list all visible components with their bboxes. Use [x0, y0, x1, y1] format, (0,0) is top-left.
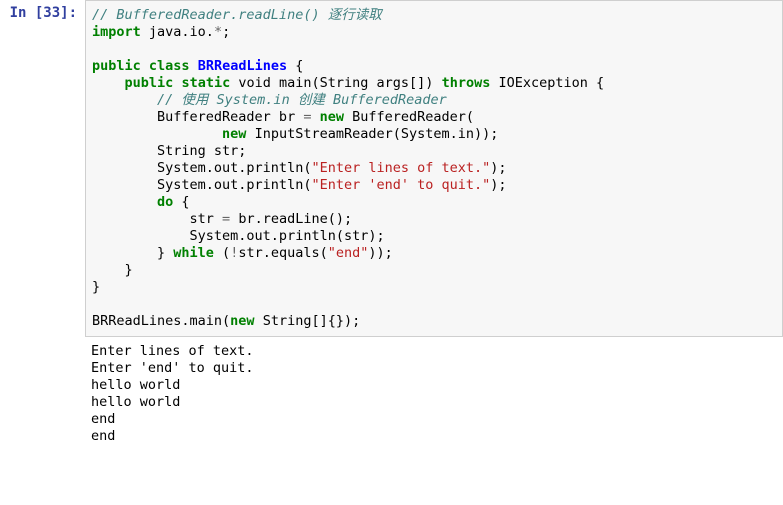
- output-line: hello world: [91, 377, 180, 393]
- keyword-while: while: [173, 245, 214, 261]
- keyword-do: do: [157, 194, 173, 210]
- output-line: end: [91, 411, 115, 427]
- keyword-import: import: [92, 24, 141, 40]
- output-area: Enter lines of text. Enter 'end' to quit…: [85, 337, 783, 451]
- output-prompt-area: [0, 337, 85, 451]
- output-line: Enter 'end' to quit.: [91, 360, 254, 376]
- class-name: BRReadLines: [198, 58, 287, 74]
- input-cell: In [33]: // BufferedReader.readLine() 逐行…: [0, 0, 783, 337]
- keyword-class: class: [149, 58, 190, 74]
- output-line: Enter lines of text.: [91, 343, 254, 359]
- comment-line: // BufferedReader.readLine() 逐行读取: [92, 7, 382, 23]
- prompt-area: In [33]:: [0, 0, 85, 337]
- string-literal: "end": [328, 245, 369, 261]
- keyword-public: public: [92, 58, 141, 74]
- output-line: end: [91, 428, 115, 444]
- string-literal: "Enter lines of text.": [311, 160, 490, 176]
- string-literal: "Enter 'end' to quit.": [311, 177, 490, 193]
- input-prompt: In [33]:: [10, 5, 77, 21]
- output-cell: Enter lines of text. Enter 'end' to quit…: [0, 337, 783, 451]
- comment-inner: // 使用 System.in 创建 BufferedReader: [157, 92, 447, 108]
- code-editor[interactable]: // BufferedReader.readLine() 逐行读取 import…: [85, 0, 783, 337]
- output-line: hello world: [91, 394, 180, 410]
